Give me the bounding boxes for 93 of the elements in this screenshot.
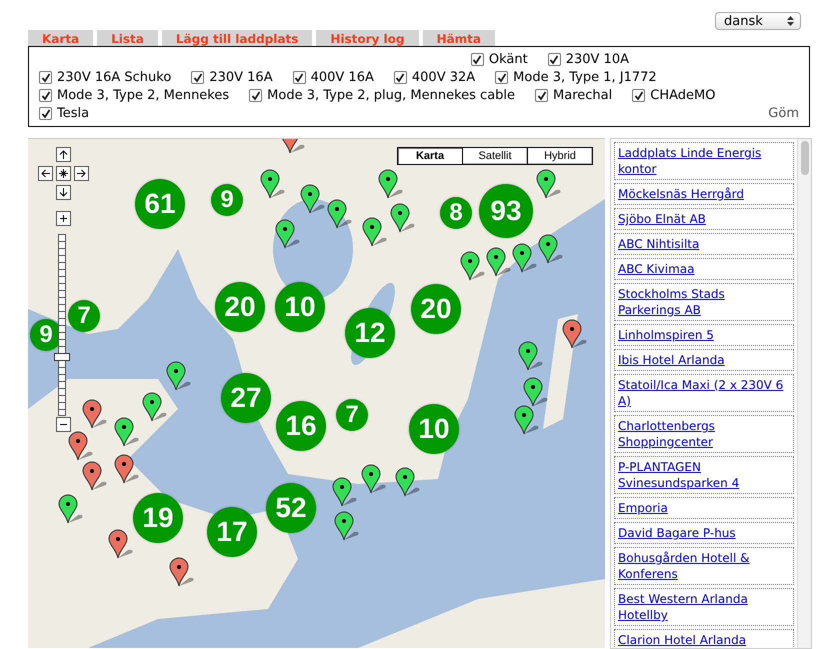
location-link[interactable]: Charlottenbergs Shoppingcenter (618, 418, 790, 450)
location-link[interactable]: Best Western Arlanda Hotellby (618, 591, 790, 623)
scrollbar-thumb[interactable] (800, 141, 808, 175)
map-pin-icon[interactable] (260, 169, 286, 199)
location-link[interactable]: Sjöbo Elnät AB (618, 211, 790, 227)
filter-label: 230V 16A (209, 70, 273, 85)
language-select[interactable]: dansk (715, 12, 801, 30)
map-pin-icon[interactable] (82, 399, 108, 429)
location-link[interactable]: Möckelsnäs Herrgård (618, 186, 790, 202)
location-link[interactable]: Linholmspiren 5 (618, 327, 790, 343)
map-pin-icon[interactable] (562, 319, 588, 349)
location-link[interactable]: Statoil/Ica Maxi (2 x 230V 6 A) (618, 377, 790, 409)
location-link[interactable]: Stockholms Stads Parkerings AB (618, 286, 790, 318)
map-type-button[interactable]: Satellit (463, 148, 528, 164)
filter-checkbox[interactable]: 230V 16A (191, 70, 273, 85)
location-link[interactable]: ABC Kivimaa (618, 261, 790, 277)
checkbox[interactable] (39, 71, 52, 84)
checkbox[interactable] (292, 71, 306, 84)
map-pin-icon[interactable] (361, 464, 387, 494)
map-pin-icon[interactable] (82, 461, 108, 491)
pan-left-icon[interactable] (38, 166, 53, 181)
map-pin-icon[interactable] (538, 234, 564, 264)
map-pin-icon[interactable] (275, 219, 301, 249)
checkbox[interactable] (191, 71, 204, 84)
map-pin-icon[interactable] (395, 467, 421, 497)
checkbox[interactable] (39, 89, 52, 102)
map-pin-icon[interactable] (142, 392, 168, 422)
filter-label: 230V 10A (566, 52, 629, 67)
checkbox[interactable] (535, 89, 548, 102)
map-pin-icon[interactable] (512, 243, 538, 273)
map-pin-icon[interactable] (114, 454, 140, 484)
checkbox[interactable] (548, 53, 561, 66)
cluster-marker[interactable]: 27 (221, 373, 271, 423)
map-pin-icon[interactable] (390, 203, 416, 233)
dropdown-arrows-icon (787, 16, 794, 26)
location-link[interactable]: Emporia (618, 500, 790, 516)
map-pin-icon[interactable] (332, 477, 358, 507)
pan-center-icon[interactable] (56, 166, 71, 181)
map-pin-icon[interactable] (518, 341, 544, 371)
map-pin-icon[interactable] (460, 251, 486, 281)
map-pin-icon[interactable] (114, 417, 140, 447)
zoom-slider-thumb[interactable] (54, 353, 70, 362)
scrollbar[interactable] (797, 139, 811, 648)
checkbox[interactable] (470, 53, 484, 66)
hide-link[interactable]: Göm (768, 106, 799, 121)
map-type-button[interactable]: Hybrid (528, 148, 592, 164)
map-pin-icon[interactable] (166, 361, 192, 391)
map-pin-icon[interactable] (514, 405, 540, 435)
location-link[interactable]: P-PLANTAGEN Svinesundsparken 4 (618, 459, 790, 491)
map-pin-icon[interactable] (334, 511, 360, 541)
location-link[interactable]: David Bagare P-hus (618, 525, 790, 541)
map-pin-icon[interactable] (362, 217, 388, 247)
filter-checkbox[interactable]: Marechal (535, 88, 612, 103)
filter-checkbox[interactable]: Okänt (470, 52, 528, 67)
location-link[interactable]: Ibis Hotel Arlanda (618, 352, 790, 368)
map-type-button[interactable]: Karta (398, 148, 463, 164)
location-link[interactable]: Clarion Hotel Arlanda (618, 632, 790, 648)
filter-checkbox[interactable]: Tesla (39, 106, 90, 121)
checkbox[interactable] (39, 107, 52, 120)
checkbox[interactable] (394, 71, 407, 84)
location-link[interactable]: Bohusgården Hotell & Konferens (618, 550, 790, 582)
map-pin-icon[interactable] (327, 199, 353, 229)
map-pin-icon[interactable] (536, 169, 562, 199)
map-pin-icon[interactable] (523, 377, 549, 407)
location-link[interactable]: ABC Nihtisilta (618, 236, 790, 252)
map-pin-icon[interactable] (300, 184, 326, 214)
filter-checkbox[interactable]: 400V 32A (394, 70, 476, 85)
pan-up-icon[interactable] (56, 147, 71, 162)
checkbox[interactable] (632, 89, 646, 102)
map-pin-icon[interactable] (169, 557, 195, 587)
filter-label: Okänt (488, 52, 528, 67)
filter-label: 400V 16A (310, 70, 374, 85)
pan-down-icon[interactable] (56, 185, 71, 200)
filter-checkbox[interactable]: CHAdeMO (632, 88, 716, 103)
filter-label: 400V 32A (412, 70, 476, 85)
location-link[interactable]: Laddplats Linde Energis kontor (618, 145, 790, 177)
map-pin-icon[interactable] (108, 529, 134, 559)
filter-label: CHAdeMO (650, 88, 716, 103)
zoom-in-icon[interactable] (56, 211, 71, 226)
zoom-out-icon[interactable] (56, 417, 71, 432)
pan-right-icon[interactable] (74, 166, 89, 181)
checkbox[interactable] (495, 71, 508, 84)
checkbox[interactable] (249, 89, 262, 102)
map-pin-icon[interactable] (58, 494, 84, 524)
map-pin-icon[interactable] (378, 169, 404, 199)
filter-label: Tesla (57, 106, 90, 121)
filter-checkbox[interactable]: 400V 16A (292, 70, 374, 85)
filter-label: Marechal (553, 88, 612, 103)
filter-checkbox[interactable]: 230V 10A (548, 52, 629, 67)
map-pin-icon[interactable] (486, 247, 512, 277)
map-pin-icon[interactable] (68, 431, 94, 461)
cluster-marker[interactable]: 52 (266, 483, 316, 533)
map[interactable]: 61 9 8 93 9 7 20 10 12 20 27 16 7 10 19 17 52 Karta Satellit Hybrid (28, 138, 605, 648)
